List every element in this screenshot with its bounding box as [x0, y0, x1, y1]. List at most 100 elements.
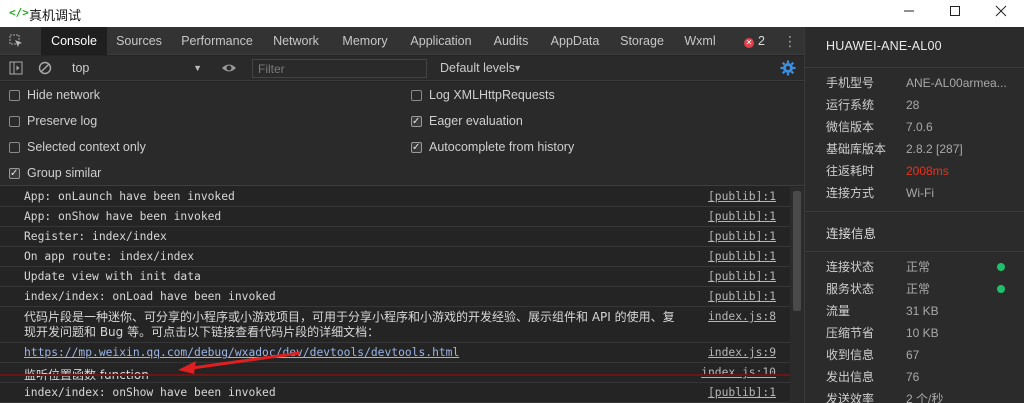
log-xhr-option[interactable]: Log XMLHttpRequests	[411, 86, 555, 104]
field-key: 服务状态	[826, 282, 875, 296]
console-message: Register: index/index	[24, 230, 167, 243]
tab-network[interactable]: Network	[266, 27, 326, 55]
context-selector[interactable]: top ▼	[66, 59, 206, 78]
clear-console-icon[interactable]	[38, 61, 52, 75]
console-source-link[interactable]: [publib]:1	[708, 250, 776, 263]
field-key: 微信版本	[826, 120, 875, 134]
hide-network-checkbox[interactable]	[9, 90, 20, 101]
divider	[805, 251, 1024, 252]
inspect-element-icon[interactable]	[9, 34, 23, 48]
group-similar-checkbox[interactable]	[9, 165, 20, 183]
console-row: 监听位置函数 function index.js:10	[0, 363, 790, 383]
tab-sources[interactable]: Sources	[110, 27, 168, 55]
field-value: Wi-Fi	[906, 186, 934, 200]
group-similar-option[interactable]: Group similar	[9, 164, 102, 183]
device-info-panel: HUAWEI-ANE-AL00 手机型号 ANE-AL00armea... 运行系…	[804, 27, 1024, 403]
device-field: 微信版本 7.0.6	[826, 118, 1021, 136]
console-source-link[interactable]: index.js:9	[708, 346, 776, 359]
tab-application[interactable]: Application	[404, 27, 478, 55]
preserve-log-label: Preserve log	[27, 114, 98, 128]
console-source-link[interactable]: [publib]:1	[708, 190, 776, 203]
close-icon[interactable]	[978, 0, 1024, 27]
tab-audits[interactable]: Audits	[486, 27, 536, 55]
console-message: App: onShow have been invoked	[24, 210, 222, 223]
field-value: 31 KB	[906, 304, 939, 318]
device-name: HUAWEI-ANE-AL00	[826, 39, 942, 53]
console-source-link[interactable]: index.js:10	[701, 366, 776, 379]
tab-storage[interactable]: Storage	[614, 27, 670, 55]
error-count-badge[interactable]: ✕ 2	[744, 27, 765, 55]
console-row: On app route: index/index [publib]:1	[0, 247, 790, 267]
console-source-link[interactable]: index.js:8	[708, 310, 776, 323]
console-row: App: onLaunch have been invoked [publib]…	[0, 187, 790, 207]
field-key: 手机型号	[826, 76, 875, 90]
tab-memory[interactable]: Memory	[334, 27, 396, 55]
context-selector-value: top	[72, 61, 90, 75]
eye-icon[interactable]	[221, 61, 237, 75]
field-value: ANE-AL00armea...	[906, 76, 1007, 90]
console-source-link[interactable]: [publib]:1	[708, 230, 776, 243]
device-field: 基础库版本 2.8.2 [287]	[826, 140, 1021, 158]
console-source-link[interactable]: [publib]:1	[708, 290, 776, 303]
sidebar-toggle-icon[interactable]	[9, 61, 23, 75]
connection-field: 收到信息 67	[826, 346, 1021, 364]
eager-evaluation-option[interactable]: Eager evaluation	[411, 112, 523, 131]
gear-icon[interactable]	[780, 60, 796, 76]
console-message: Update view with init data	[24, 270, 201, 283]
field-value: 67	[906, 348, 920, 362]
field-key: 发出信息	[826, 370, 875, 384]
console-row: 代码片段是一种迷你、可分享的小程序或小游戏项目，可用于分享小程序和小游戏的开发经…	[0, 307, 790, 343]
log-levels-value: Default levels	[440, 61, 516, 75]
connection-field: 压缩节省 10 KB	[826, 324, 1021, 342]
group-similar-label: Group similar	[27, 166, 102, 180]
field-key: 发送效率	[826, 392, 875, 403]
selected-context-checkbox[interactable]	[9, 142, 20, 153]
autocomplete-checkbox[interactable]	[411, 139, 422, 157]
tab-performance[interactable]: Performance	[176, 27, 258, 55]
field-value: 10 KB	[906, 326, 939, 340]
divider	[805, 211, 1024, 212]
autocomplete-option[interactable]: Autocomplete from history	[411, 138, 575, 157]
console-scrollbar[interactable]	[790, 187, 804, 403]
devtools-tab-bar: Console Sources Performance Network Memo…	[0, 27, 804, 55]
latency-value: 2008ms	[906, 164, 949, 178]
selected-context-option[interactable]: Selected context only	[9, 138, 146, 156]
preserve-log-checkbox[interactable]	[9, 116, 20, 127]
console-scrollbar-thumb[interactable]	[793, 191, 801, 311]
divider	[805, 67, 1024, 68]
hide-network-option[interactable]: Hide network	[9, 86, 100, 104]
field-value: 76	[906, 370, 920, 384]
console-toolbar: top ▼ Default levels ▼	[0, 56, 804, 81]
more-options-icon[interactable]: ⋮	[783, 27, 797, 55]
console-source-link[interactable]: [publib]:1	[708, 270, 776, 283]
console-source-link[interactable]: [publib]:1	[708, 386, 776, 399]
console-source-link[interactable]: [publib]:1	[708, 210, 776, 223]
tab-appdata[interactable]: AppData	[544, 27, 606, 55]
field-key: 基础库版本	[826, 142, 887, 156]
log-levels-dropdown[interactable]: Default levels ▼	[434, 59, 526, 78]
filter-input[interactable]	[252, 59, 427, 78]
console-message: index/index: onShow have been invoked	[24, 386, 276, 399]
window-title: 真机调试	[29, 8, 82, 23]
title-bar: </> 真机调试	[0, 0, 1024, 27]
field-key: 往返耗时	[826, 164, 875, 178]
log-xhr-checkbox[interactable]	[411, 90, 422, 101]
field-value: 2 个/秒	[906, 392, 944, 403]
eager-evaluation-checkbox[interactable]	[411, 113, 422, 131]
preserve-log-option[interactable]: Preserve log	[9, 112, 97, 130]
field-key: 连接方式	[826, 186, 875, 200]
console-message: On app route: index/index	[24, 250, 195, 263]
docs-link[interactable]: https://mp.weixin.qq.com/debug/wxadoc/de…	[24, 346, 459, 359]
tab-wxml[interactable]: Wxml	[678, 27, 722, 55]
console-output: App: onLaunch have been invoked [publib]…	[0, 187, 804, 403]
error-highlight-line	[0, 374, 790, 376]
field-key: 流量	[826, 304, 851, 318]
field-value: 正常	[906, 282, 931, 296]
status-ok-icon	[997, 263, 1005, 271]
tab-console[interactable]: Console	[41, 27, 107, 55]
minimize-icon[interactable]	[886, 0, 932, 27]
autocomplete-label: Autocomplete from history	[429, 140, 575, 154]
console-message: App: onLaunch have been invoked	[24, 190, 235, 203]
connection-info-title: 连接信息	[826, 227, 877, 241]
maximize-icon[interactable]	[932, 0, 978, 27]
